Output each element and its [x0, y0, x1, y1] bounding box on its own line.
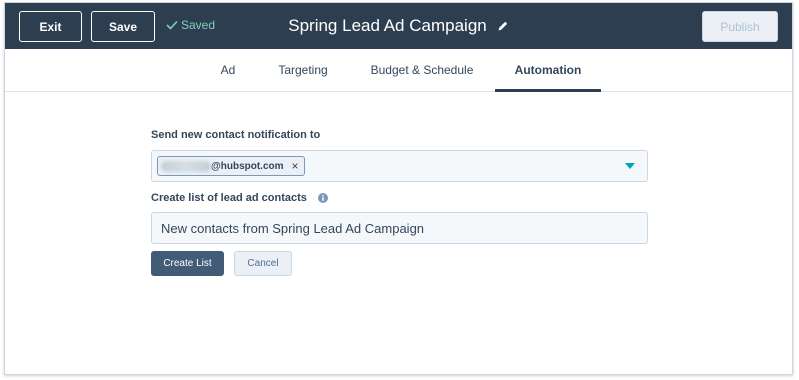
page-title[interactable]: Spring Lead Ad Campaign [288, 16, 486, 36]
info-icon[interactable] [317, 193, 328, 203]
create-list-button[interactable]: Create List [151, 251, 224, 276]
notify-recipient-select[interactable]: @hubspot.com × [151, 150, 648, 182]
chevron-down-icon[interactable] [625, 163, 635, 169]
tab-budget-schedule[interactable]: Budget & Schedule [363, 49, 481, 91]
list-label-row: Create list of lead ad contacts [151, 192, 328, 204]
tab-targeting[interactable]: Targeting [267, 49, 339, 91]
tab-ad[interactable]: Ad [205, 49, 251, 91]
cancel-button[interactable]: Cancel [234, 251, 292, 276]
close-icon[interactable]: × [292, 159, 299, 173]
recipient-chip-domain: @hubspot.com [211, 160, 284, 172]
active-tab-indicator [495, 89, 601, 92]
campaign-title-group: Spring Lead Ad Campaign [5, 16, 792, 36]
list-label: Create list of lead ad contacts [151, 192, 307, 204]
tab-bar: Ad Targeting Budget & Schedule Automatio… [5, 49, 792, 92]
app-window: Exit Save Saved Spring Lead Ad Campaign … [4, 2, 793, 375]
recipient-chip: @hubspot.com × [157, 156, 305, 176]
publish-button[interactable]: Publish [702, 11, 778, 42]
pencil-icon[interactable] [497, 20, 509, 32]
notify-label: Send new contact notification to [151, 129, 321, 141]
redacted-email-username [161, 160, 211, 172]
top-bar: Exit Save Saved Spring Lead Ad Campaign … [5, 3, 792, 49]
tab-automation[interactable]: Automation [495, 49, 601, 92]
list-name-input[interactable] [151, 212, 648, 244]
tab-automation-label: Automation [514, 63, 582, 77]
